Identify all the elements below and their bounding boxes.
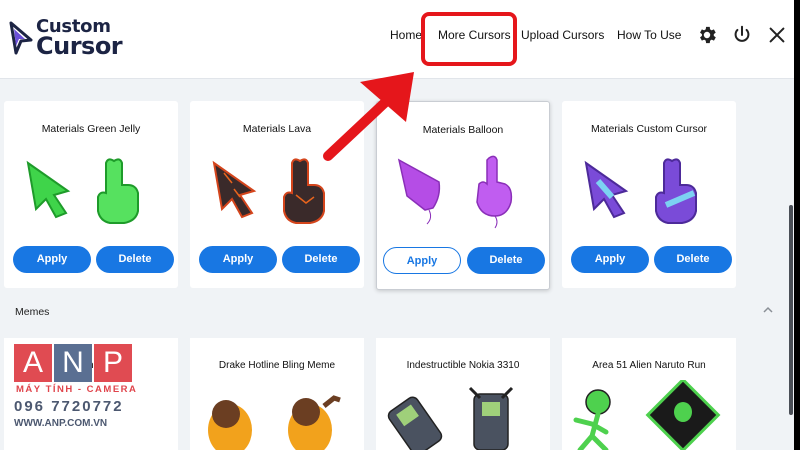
app-logo[interactable]: Custom Cursor xyxy=(8,14,128,60)
scrollbar-thumb[interactable] xyxy=(789,205,793,415)
delete-button[interactable]: Delete xyxy=(282,246,360,273)
card-title: Materials Balloon xyxy=(422,124,504,136)
nav-how-to-use[interactable]: How To Use xyxy=(617,28,681,42)
apply-button[interactable]: Apply xyxy=(199,246,277,273)
cursor-logo-icon xyxy=(9,21,33,55)
watermark-letter: N xyxy=(54,344,92,382)
cursor-preview xyxy=(190,151,364,231)
apply-button[interactable]: Apply xyxy=(383,247,461,274)
app-window: Custom Cursor Home More Cursors Upload C… xyxy=(0,0,794,450)
apply-button[interactable]: Apply xyxy=(13,246,91,273)
highlight-box xyxy=(421,12,517,66)
card-title: Materials Custom Cursor xyxy=(590,123,708,135)
logo-text-cursor: Cursor xyxy=(36,32,123,60)
cursor-card: Materials Custom Cursor Apply Delete xyxy=(562,101,736,288)
meme-title: Indestructible Nokia 3310 xyxy=(406,360,520,371)
cursor-preview xyxy=(4,151,178,231)
chevron-up-icon[interactable] xyxy=(762,305,774,315)
delete-button[interactable]: Delete xyxy=(467,247,545,274)
section-title-memes: Memes xyxy=(15,306,50,318)
nokia-meme-preview xyxy=(387,386,514,450)
cursor-card: Materials Lava Apply Delete xyxy=(190,101,364,288)
meme-card: Drake Hotline Bling Meme xyxy=(190,338,364,450)
alien-meme-preview xyxy=(573,380,721,450)
cursor-preview xyxy=(377,152,549,232)
nav-home[interactable]: Home xyxy=(390,28,422,42)
delete-button[interactable]: Delete xyxy=(654,246,732,273)
card-title: Materials Lava xyxy=(242,123,312,135)
drake-meme-preview xyxy=(208,395,341,450)
gear-icon[interactable] xyxy=(696,24,718,46)
watermark-letter: P xyxy=(94,344,132,382)
watermark-logo: A N P MÁY TÍNH - CAMERA 096 7720772 WWW.… xyxy=(14,340,136,450)
cursor-card-selected: Materials Balloon Apply Delete xyxy=(376,101,550,290)
watermark-phone: 096 7720772 xyxy=(14,398,124,415)
watermark-tagline: MÁY TÍNH - CAMERA xyxy=(16,384,138,395)
watermark-website: WWW.ANP.COM.VN xyxy=(14,418,108,429)
nav-upload-cursors[interactable]: Upload Cursors xyxy=(521,28,604,42)
meme-title: Drake Hotline Bling Meme xyxy=(218,360,336,371)
meme-title: Area 51 Alien Naruto Run xyxy=(592,360,706,371)
cursor-card: Materials Green Jelly Apply Delete xyxy=(4,101,178,288)
cursor-preview xyxy=(562,151,736,231)
card-title: Materials Green Jelly xyxy=(41,123,141,135)
apply-button[interactable]: Apply xyxy=(571,246,649,273)
meme-card: Indestructible Nokia 3310 xyxy=(376,338,550,450)
header: Custom Cursor Home More Cursors Upload C… xyxy=(0,0,794,79)
close-icon[interactable] xyxy=(766,24,788,46)
watermark-letter: A xyxy=(14,344,52,382)
meme-card: Area 51 Alien Naruto Run xyxy=(562,338,736,450)
delete-button[interactable]: Delete xyxy=(96,246,174,273)
power-icon[interactable] xyxy=(731,24,753,46)
window-edge xyxy=(794,0,800,450)
